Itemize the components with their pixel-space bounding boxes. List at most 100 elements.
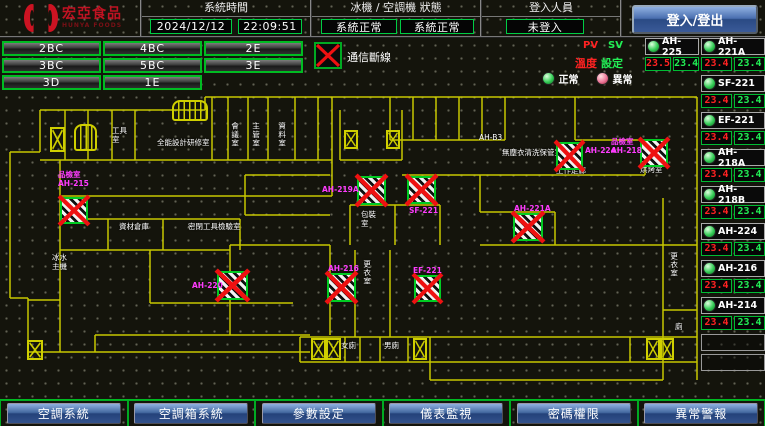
room-label: 包裝 室	[361, 211, 376, 228]
sv-value: 23.4	[734, 131, 765, 145]
status-led-icon	[703, 188, 716, 201]
ahu-unit-ef-221[interactable]	[414, 275, 441, 302]
room-label: 主管室	[251, 122, 260, 148]
nav-button-3[interactable]: 儀表監視	[389, 403, 503, 424]
bottom-nav-section: 空調系統	[0, 400, 128, 426]
ac-status-value: 系統正常	[400, 19, 474, 34]
unit-label-sf-221: SF-221	[409, 206, 438, 215]
unit-label-ah-221a: AH-221A	[514, 204, 551, 213]
bottom-nav-bar: 空調系統空調箱系統參數設定儀表監視密碼權限異常警報	[0, 399, 765, 426]
room-label: 密閉工具檢驗室	[188, 223, 241, 232]
shaft-x-icon	[50, 127, 65, 152]
nav-button-0[interactable]: 空調系統	[7, 403, 121, 424]
equipment-box[interactable]: AH-225	[645, 38, 699, 55]
floor-button-2e[interactable]: 2E	[204, 41, 303, 56]
normal-legend: 正常	[542, 71, 578, 86]
equipment-name: AH-224	[718, 226, 757, 237]
equipment-box[interactable]: SF-221	[701, 75, 765, 92]
system-time-value: 22:09:51	[238, 19, 302, 34]
alarm-x-icon	[325, 271, 358, 304]
equipment-entry: AH-214 23.423.4	[701, 297, 765, 330]
ahu-unit-ah-218[interactable]	[640, 139, 668, 167]
floor-plan: 品檢室 AH-215AH-219ASF-221AH-224品檢室 AH-218A…	[0, 92, 765, 400]
floor-selector-grid: 2BC4BC2E 3BC5BC3E 3D1E	[2, 41, 304, 90]
floor-button-3e[interactable]: 3E	[204, 58, 303, 73]
nav-button-1[interactable]: 空調箱系統	[134, 403, 248, 424]
unit-label-ah-219a: AH-219A	[322, 185, 359, 194]
equipment-box[interactable]: AH-224	[701, 223, 765, 240]
top-bar: 宏亞食品 HUNYA FOODS 系統時間 2024/12/12 22:09:5…	[0, 0, 765, 38]
nav-button-5[interactable]: 異常警報	[644, 403, 758, 424]
alarm-x-icon	[511, 211, 545, 243]
room-label: 工具 室	[112, 127, 127, 144]
alarm-x-icon	[638, 137, 670, 169]
equipment-entry: AH-218B 23.423.4	[701, 186, 765, 219]
ahu-unit-ah-224[interactable]	[556, 142, 583, 170]
floor-button-1e[interactable]: 1E	[103, 75, 202, 90]
abnormal-led-icon	[596, 72, 609, 85]
room-label: AH-B3	[479, 134, 502, 143]
pv-value: 23.4	[701, 94, 732, 108]
ahu-unit-ah-221a[interactable]	[513, 213, 543, 241]
shaft-x-icon	[413, 338, 427, 360]
nav-button-4[interactable]: 密碼權限	[517, 403, 631, 424]
equipment-entry: AH-224 23.423.4	[701, 223, 765, 256]
floor-button-3d[interactable]: 3D	[2, 75, 101, 90]
equipment-box[interactable]: AH-218A	[701, 149, 765, 166]
equipment-top-left: AH-225 23.5 23.4	[645, 38, 699, 71]
login-logout-button[interactable]: 登入/登出	[632, 5, 758, 34]
normal-led-icon	[542, 72, 555, 85]
equipment-box[interactable]: AH-214	[701, 297, 765, 314]
equipment-empty-slot	[701, 354, 765, 371]
sv-value: 23.4	[734, 242, 765, 256]
floor-button-4bc[interactable]: 4BC	[103, 41, 202, 56]
sv-value: 23.4	[673, 57, 699, 71]
pv-value: 23.4	[701, 316, 732, 330]
shaft-x-icon	[311, 338, 326, 360]
floor-button-5bc[interactable]: 5BC	[103, 58, 202, 73]
bottom-nav-section: 儀表監視	[383, 400, 511, 426]
sv-value: 23.4	[734, 205, 765, 219]
equipment-box[interactable]: AH-216	[701, 260, 765, 277]
pv-value: 23.4	[701, 242, 732, 256]
status-led-icon	[703, 77, 716, 90]
equipment-values: 23.423.4	[701, 168, 765, 182]
room-label: 無塵衣清洗保管室	[502, 149, 562, 158]
stairs-icon	[74, 124, 97, 151]
status-led-icon	[703, 151, 716, 164]
equipment-name: AH-225	[662, 36, 698, 58]
status-led-icon	[647, 40, 660, 53]
ahu-unit-ah-219a[interactable]	[357, 176, 386, 205]
floor-button-2bc[interactable]: 2BC	[2, 41, 101, 56]
equipment-box[interactable]: EF-221	[701, 112, 765, 129]
bottom-nav-section: 異常警報	[638, 400, 765, 426]
login-label: 登入人員	[482, 0, 620, 17]
equipment-name: AH-218A	[718, 147, 764, 169]
room-label: 會議室	[230, 122, 239, 148]
equipment-box[interactable]: AH-218B	[701, 186, 765, 203]
equipment-box[interactable]: AH-221A	[701, 38, 765, 55]
room-label: 全能設計研修室	[157, 139, 210, 148]
nav-button-2[interactable]: 參數設定	[262, 403, 376, 424]
status-led-icon	[703, 40, 716, 53]
bottom-nav-section: 空調箱系統	[128, 400, 256, 426]
equipment-empty-slot	[701, 334, 765, 351]
sv-value: 23.4	[734, 57, 765, 71]
floor-button-3bc[interactable]: 3BC	[2, 58, 101, 73]
equipment-values: 23.423.4	[701, 205, 765, 219]
unit-label-ah-215: 品檢室 AH-215	[58, 170, 89, 188]
equipment-entry: AH-218A23.423.4	[701, 149, 765, 182]
ahu-unit-sf-221[interactable]	[407, 176, 436, 204]
ahu-unit-ah-216[interactable]	[327, 273, 356, 302]
alarm-x-icon	[554, 140, 585, 172]
alarm-x-icon	[405, 174, 438, 206]
hvac-scada-screen: 宏亞食品 HUNYA FOODS 系統時間 2024/12/12 22:09:5…	[0, 0, 765, 426]
shaft-x-icon	[344, 130, 358, 149]
room-label: 資材倉庫	[119, 223, 149, 232]
comm-loss-icon	[314, 42, 342, 69]
equipment-entry: AH-21623.423.4	[701, 260, 765, 293]
alarm-x-icon	[58, 195, 90, 226]
sv-value: 23.4	[734, 316, 765, 330]
equipment-name: SF-221	[718, 78, 755, 89]
ahu-unit-ah-215[interactable]	[60, 197, 88, 224]
